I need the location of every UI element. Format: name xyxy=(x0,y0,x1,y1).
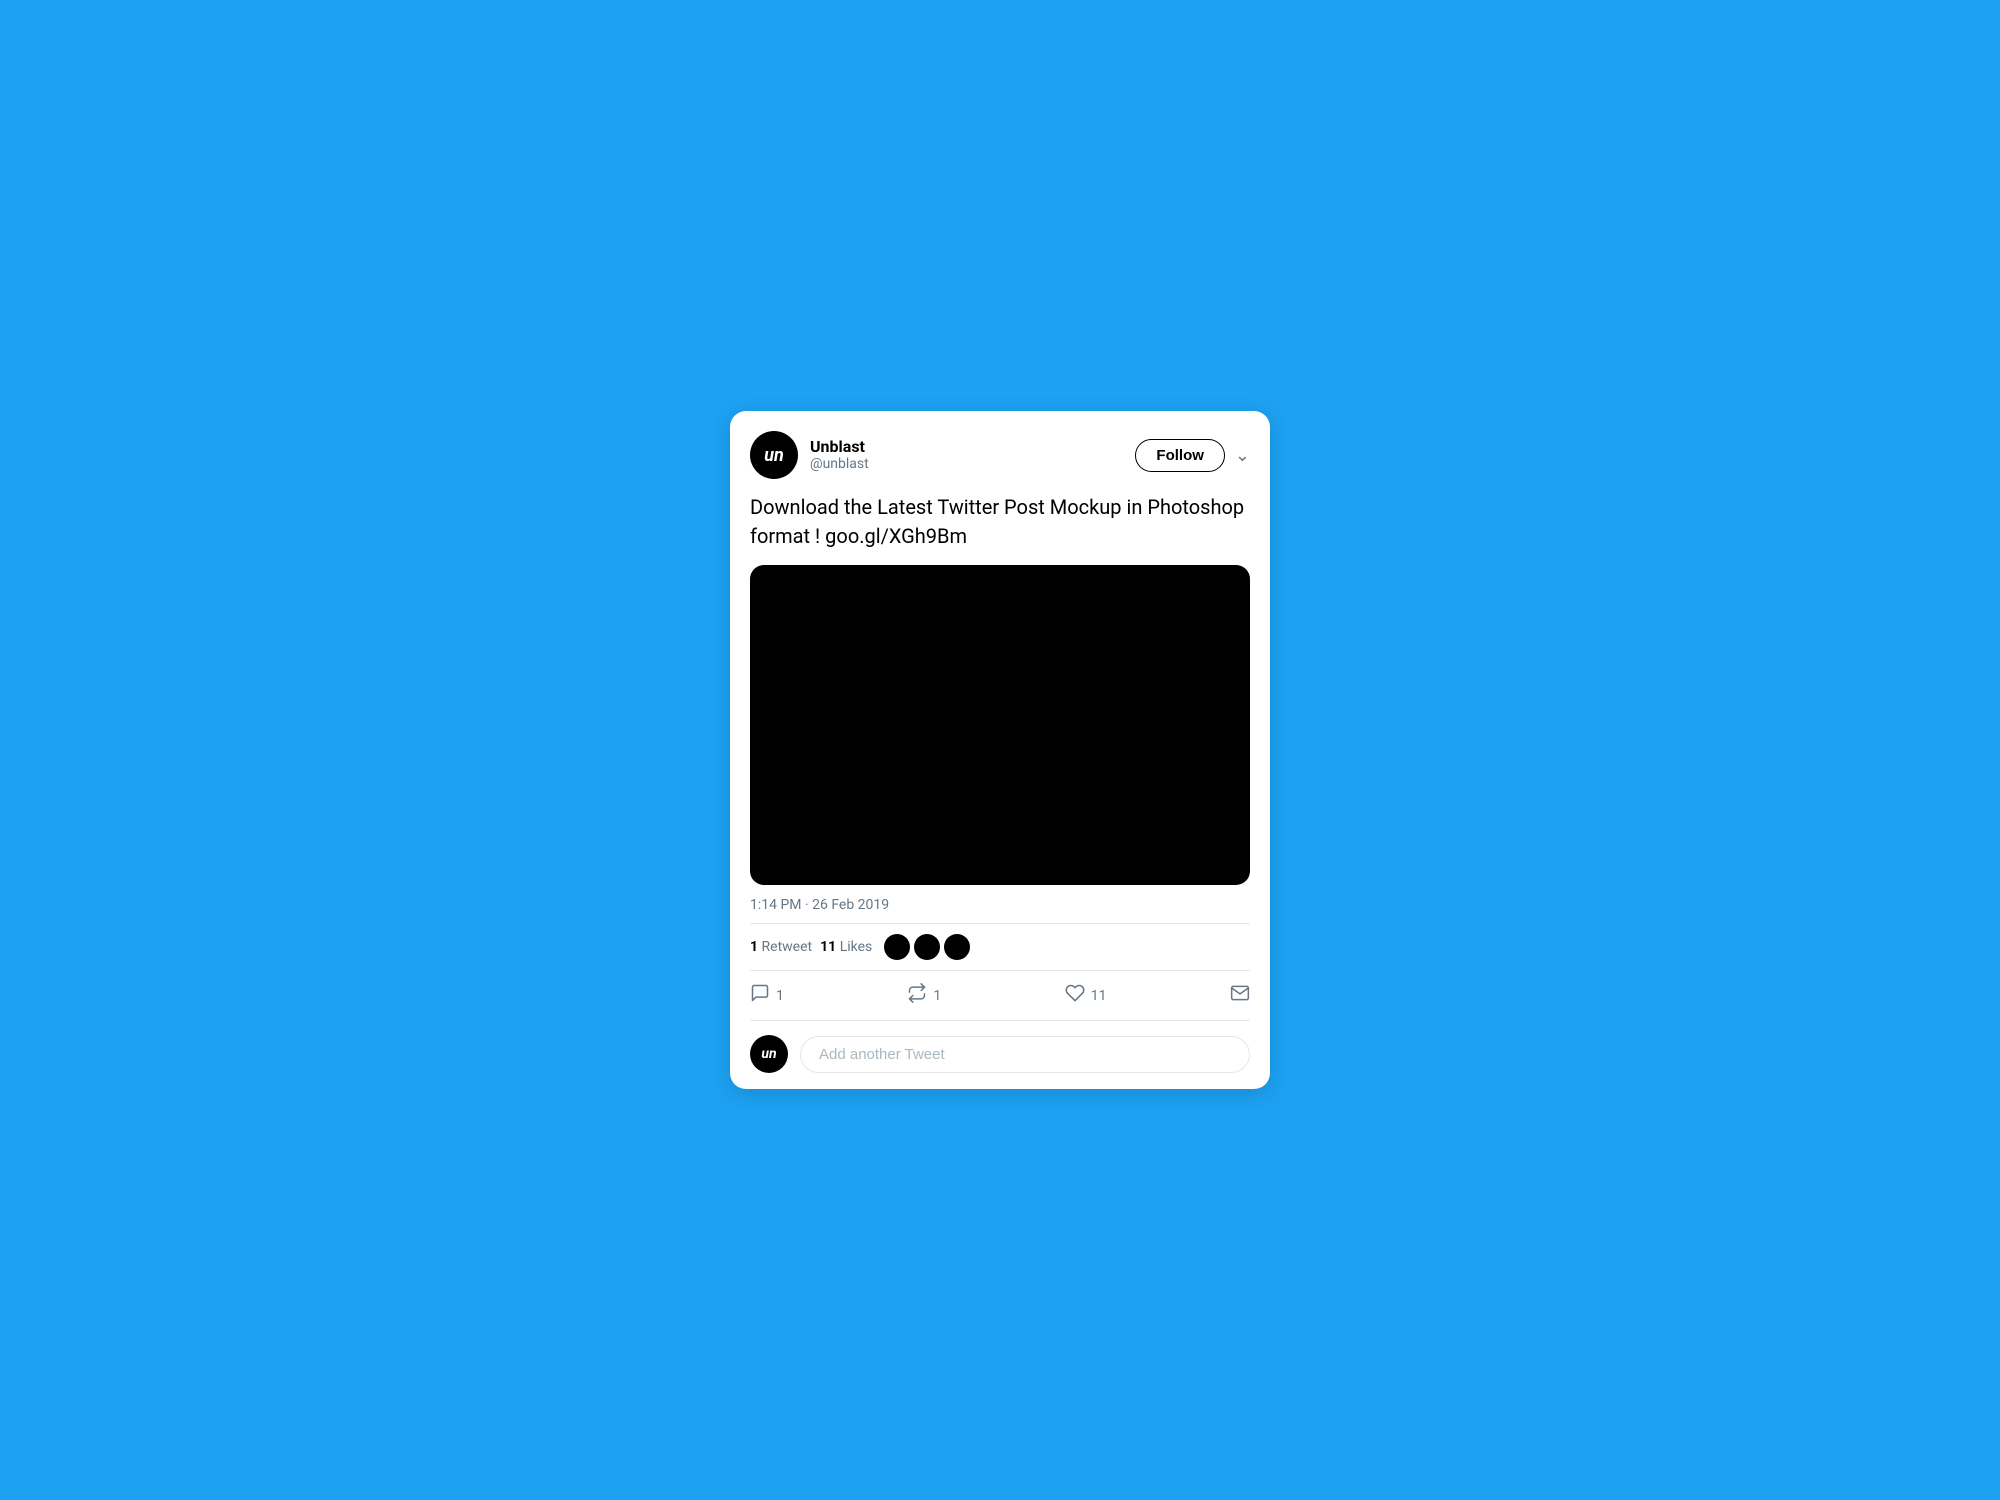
tweet-timestamp: 1:14 PM · 26 Feb 2019 xyxy=(750,897,1250,924)
tweet-body-text: Download the Latest Twitter Post Mockup … xyxy=(750,493,1250,551)
add-tweet-input[interactable] xyxy=(800,1036,1250,1073)
liker-avatar-2 xyxy=(914,934,940,960)
add-tweet-avatar-initials: un xyxy=(761,1046,776,1062)
avatar-initials: un xyxy=(764,445,784,466)
tweet-header: un Unblast @unblast Follow ⌄ xyxy=(750,431,1250,479)
display-name: Unblast xyxy=(810,437,869,456)
retweet-action-count: 1 xyxy=(933,988,941,1004)
reply-icon xyxy=(750,983,770,1008)
tweet-header-left: un Unblast @unblast xyxy=(750,431,869,479)
liker-avatar-1 xyxy=(884,934,910,960)
retweet-stat: 1 Retweet xyxy=(750,939,812,955)
heart-icon xyxy=(1065,983,1085,1008)
tweet-image xyxy=(750,565,1250,885)
like-action[interactable]: 11 xyxy=(1065,983,1107,1008)
add-tweet-row: un xyxy=(750,1021,1250,1073)
add-tweet-avatar: un xyxy=(750,1035,788,1073)
retweet-action[interactable]: 1 xyxy=(907,983,941,1008)
like-count: 11 xyxy=(820,939,836,955)
reply-count: 1 xyxy=(776,988,784,1004)
tweet-card: un Unblast @unblast Follow ⌄ Download th… xyxy=(730,411,1270,1089)
retweet-label: Retweet xyxy=(762,939,813,955)
like-label: Likes xyxy=(840,939,873,955)
liker-avatar-3 xyxy=(944,934,970,960)
like-stat: 11 Likes xyxy=(820,939,872,955)
username: @unblast xyxy=(810,456,869,473)
mail-icon xyxy=(1230,983,1250,1008)
tweet-actions: 1 1 11 xyxy=(750,975,1250,1021)
retweet-icon xyxy=(907,983,927,1008)
mail-action[interactable] xyxy=(1230,983,1250,1008)
follow-button[interactable]: Follow xyxy=(1135,439,1225,472)
chevron-down-icon[interactable]: ⌄ xyxy=(1235,445,1250,466)
tweet-stats: 1 Retweet 11 Likes xyxy=(750,934,1250,971)
user-info: Unblast @unblast xyxy=(810,437,869,473)
retweet-count: 1 xyxy=(750,939,758,955)
liker-avatars xyxy=(884,934,970,960)
reply-action[interactable]: 1 xyxy=(750,983,784,1008)
avatar: un xyxy=(750,431,798,479)
tweet-header-right: Follow ⌄ xyxy=(1135,439,1250,472)
like-action-count: 11 xyxy=(1091,988,1107,1004)
